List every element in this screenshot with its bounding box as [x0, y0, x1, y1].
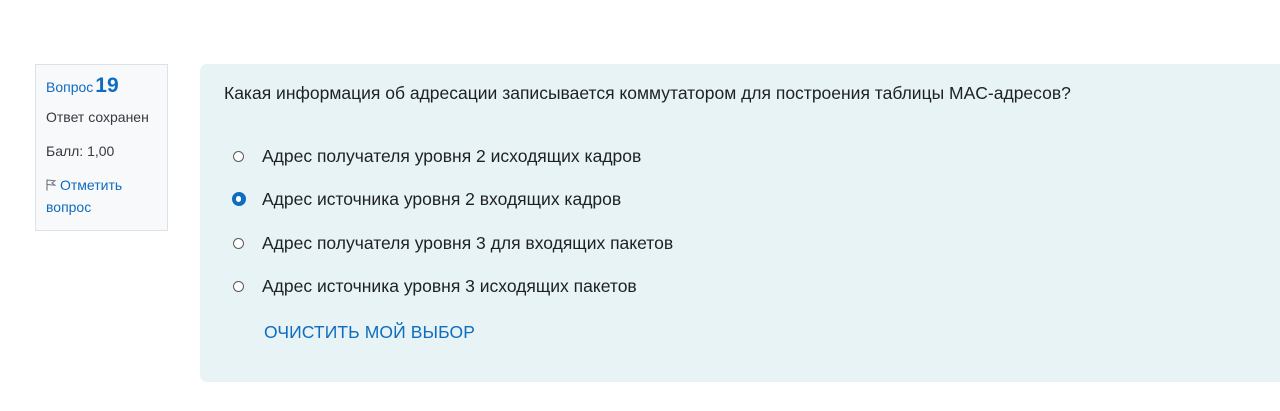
question-number: Вопрос19	[46, 74, 167, 98]
question-info-panel: Вопрос19 Ответ сохранен Балл: 1,00 Отмет…	[35, 64, 168, 231]
flag-label-line2: вопрос	[46, 199, 92, 215]
radio-button-3[interactable]	[233, 237, 244, 249]
answer-option-2[interactable]: Адрес источника уровня 2 входящих кадров	[231, 187, 622, 211]
flag-label-line1: Отметить	[60, 177, 123, 193]
radio-button-2[interactable]	[231, 192, 246, 206]
clear-choice-link[interactable]: ОЧИСТИТЬ МОЙ ВЫБОР	[264, 322, 475, 343]
answer-label-3: Адрес получателя уровня 3 для входящих п…	[262, 232, 674, 253]
question-content: Какая информация об адресации записывает…	[200, 64, 1280, 382]
radio-button-4[interactable]	[233, 280, 244, 292]
question-text: Какая информация об адресации записывает…	[224, 83, 1071, 103]
flag-question-link[interactable]: Отметить вопрос	[46, 174, 167, 218]
question-label: Вопрос	[46, 79, 94, 95]
question-state: Ответ сохранен	[46, 109, 149, 125]
flag-icon	[46, 179, 56, 191]
question-number-value: 19	[95, 74, 119, 97]
question-grade: Балл: 1,00	[46, 143, 115, 159]
radio-button-1[interactable]	[233, 150, 244, 162]
answer-option-4[interactable]: Адрес источника уровня 3 исходящих пакет…	[233, 274, 637, 298]
answer-option-1[interactable]: Адрес получателя уровня 2 исходящих кадр…	[233, 144, 641, 168]
answer-label-4: Адрес источника уровня 3 исходящих пакет…	[262, 275, 637, 296]
answer-label-1: Адрес получателя уровня 2 исходящих кадр…	[262, 145, 642, 166]
answer-label-2: Адрес источника уровня 2 входящих кадров	[262, 188, 622, 209]
answer-option-3[interactable]: Адрес получателя уровня 3 для входящих п…	[233, 231, 673, 255]
